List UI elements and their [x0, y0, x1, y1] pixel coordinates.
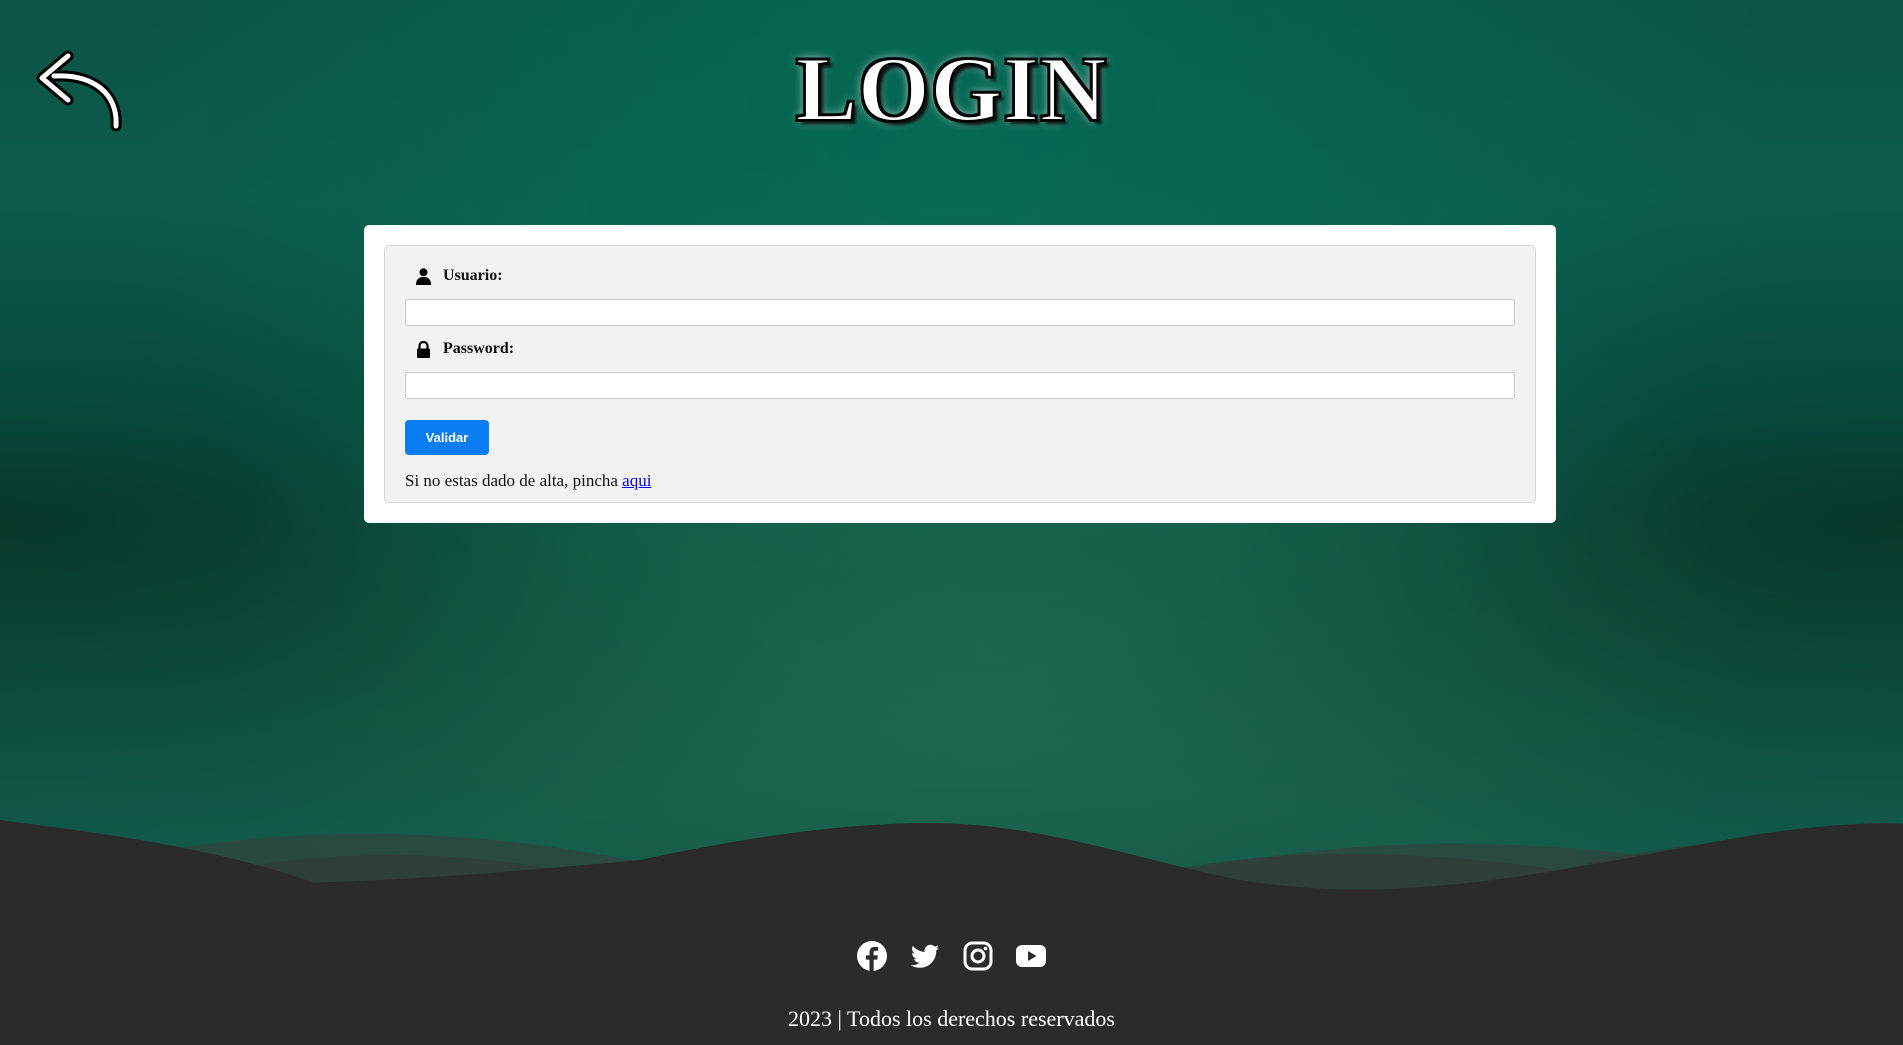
- footer: 2023 | Todos los derechos reservados: [0, 820, 1903, 1045]
- signup-line: Si no estas dado de alta, pincha aqui: [405, 471, 1515, 491]
- username-label-text: Usuario:: [443, 267, 503, 284]
- signup-text: Si no estas dado de alta, pincha: [405, 471, 618, 490]
- password-label-text: Password:: [443, 340, 515, 357]
- login-form: Usuario: Password: Validar Si no estas d…: [384, 245, 1536, 503]
- username-input[interactable]: [405, 299, 1515, 326]
- login-card: Usuario: Password: Validar Si no estas d…: [364, 225, 1556, 523]
- password-input[interactable]: [405, 372, 1515, 399]
- signup-link[interactable]: aqui: [622, 471, 651, 490]
- instagram-icon[interactable]: [962, 940, 994, 972]
- page-title: LOGIN: [795, 37, 1108, 141]
- validar-button[interactable]: Validar: [405, 420, 489, 455]
- youtube-icon[interactable]: [1015, 940, 1047, 972]
- social-links: [0, 940, 1903, 972]
- facebook-icon[interactable]: [856, 940, 888, 972]
- user-icon: [413, 266, 433, 286]
- copyright-text: 2023 | Todos los derechos reservados: [788, 1006, 1115, 1031]
- password-label: Password:: [405, 335, 1515, 363]
- lock-icon: [413, 339, 433, 359]
- twitter-icon[interactable]: [909, 940, 941, 972]
- username-label: Usuario:: [405, 262, 1515, 290]
